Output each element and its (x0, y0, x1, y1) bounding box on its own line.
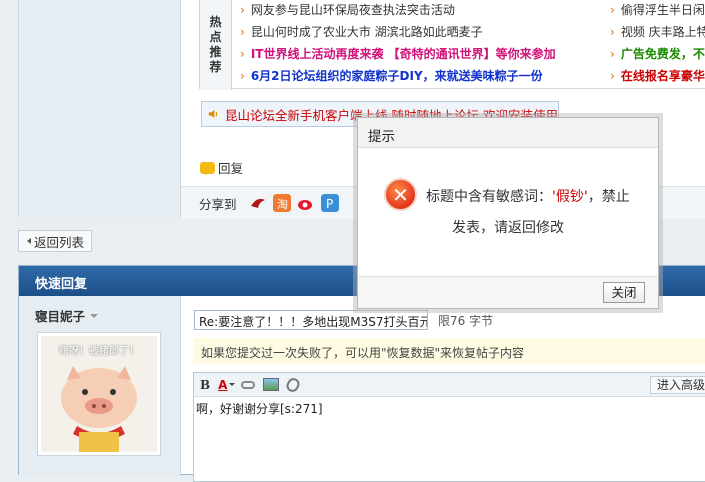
error-icon: ✕ (384, 178, 417, 211)
chevron-down-icon[interactable] (229, 383, 236, 389)
editor-toolbar: B A 进入高级模 (194, 373, 705, 397)
reply-bubble-icon (200, 161, 215, 175)
arrow-icon: › (610, 47, 615, 61)
share-weibo-icon[interactable] (297, 194, 315, 212)
arrow-icon: › (240, 25, 245, 39)
share-qzone-icon[interactable]: P (320, 194, 339, 212)
avatar-image: 嗨呀！被猪郎了！ (41, 336, 157, 452)
hot-item[interactable]: › 6月2日论坛组织的家庭粽子DIY，来就送美味粽子一份 (240, 67, 543, 85)
arrow-icon: › (610, 69, 615, 83)
back-arrow-icon (24, 238, 31, 244)
dialog-title: 提示 (358, 118, 658, 148)
arrow-icon: › (610, 3, 615, 17)
svg-text:淘: 淘 (277, 198, 288, 211)
hot-item[interactable]: › 偷得浮生半日闲 (610, 1, 705, 19)
image-icon[interactable] (263, 378, 280, 391)
close-button[interactable]: 关闭 (603, 282, 645, 303)
reply-button[interactable]: 回复 (200, 158, 243, 177)
svg-text:P: P (326, 197, 333, 211)
dialog-body: ✕ 标题中含有敏感词：'假钞'，禁止 发表，请返回修改 (358, 148, 658, 278)
advanced-mode-button[interactable]: 进入高级模 (649, 376, 705, 394)
dialog-footer: 关闭 (358, 276, 658, 308)
forum-page: 热 点 推 荐 › 网友参与昆山环保局夜查执法突击活动 › 昆山何时成了农业大市 湖… (0, 0, 705, 482)
avatar-caption: 嗨呀！被猪郎了！ (59, 346, 139, 357)
share-renren-icon[interactable]: 淘 (272, 194, 291, 212)
back-to-list-button[interactable]: 返回列表 (18, 230, 93, 252)
user-menu[interactable]: 寝目妮子 (35, 306, 99, 325)
arrow-icon: › (610, 25, 615, 39)
reply-editor: B A 进入高级模 啊，好谢谢分享[s:271] (193, 372, 705, 482)
hot-item[interactable]: › 视频 庆丰路上特 (610, 23, 705, 41)
hot-item[interactable]: › 在线报名享豪华 (610, 67, 705, 85)
recover-data-tip: 如果您提交过一次失败了，可以用"恢复数据"来恢复帖子内容 (193, 338, 705, 364)
font-color-button[interactable]: A (218, 378, 227, 392)
sensitive-word: '假钞' (552, 189, 588, 205)
title-byte-limit: 限76 字节 (438, 314, 494, 328)
bold-button[interactable]: B (200, 378, 210, 392)
reply-title-input[interactable]: Re:要注意了！！！多地出现M3S7打头百元 (194, 310, 428, 330)
hot-item[interactable]: › 广告免费发，不 (610, 45, 705, 63)
hot-item[interactable]: › IT世界线上活动再度来袭 【奇特的通讯世界】等你来参加 (240, 45, 556, 63)
hot-topics-box: 热 点 推 荐 › 网友参与昆山环保局夜查执法突击活动 › 昆山何时成了农业大市 湖… (199, 0, 705, 90)
editor-textarea[interactable]: 啊，好谢谢分享[s:271] (194, 397, 705, 420)
share-bird-icon[interactable] (249, 194, 267, 212)
author-column (19, 0, 181, 217)
dialog-message: 标题中含有敏感词：'假钞'，禁止 发表，请返回修改 (426, 189, 630, 236)
chevron-down-icon (90, 313, 99, 322)
arrow-icon: › (240, 3, 245, 17)
share-label: 分享到 (199, 196, 237, 212)
hot-item[interactable]: › 昆山何时成了农业大市 湖滨北路如此晒麦子 (240, 23, 483, 41)
avatar: 嗨呀！被猪郎了！ (37, 332, 161, 456)
attachment-icon[interactable] (284, 375, 303, 394)
alert-dialog: 提示 ✕ 标题中含有敏感词：'假钞'，禁止 发表，请返回修改 关闭 (357, 117, 659, 309)
link-icon[interactable] (241, 380, 256, 389)
arrow-icon: › (240, 47, 245, 61)
hot-item[interactable]: › 网友参与昆山环保局夜查执法突击活动 (240, 1, 455, 19)
hot-topics-label: 热 点 推 荐 (200, 0, 232, 90)
arrow-icon: › (240, 69, 245, 83)
quick-reply-user-column: 寝目妮子 嗨呀！被猪郎了！ (19, 296, 181, 476)
speaker-icon (208, 110, 218, 118)
